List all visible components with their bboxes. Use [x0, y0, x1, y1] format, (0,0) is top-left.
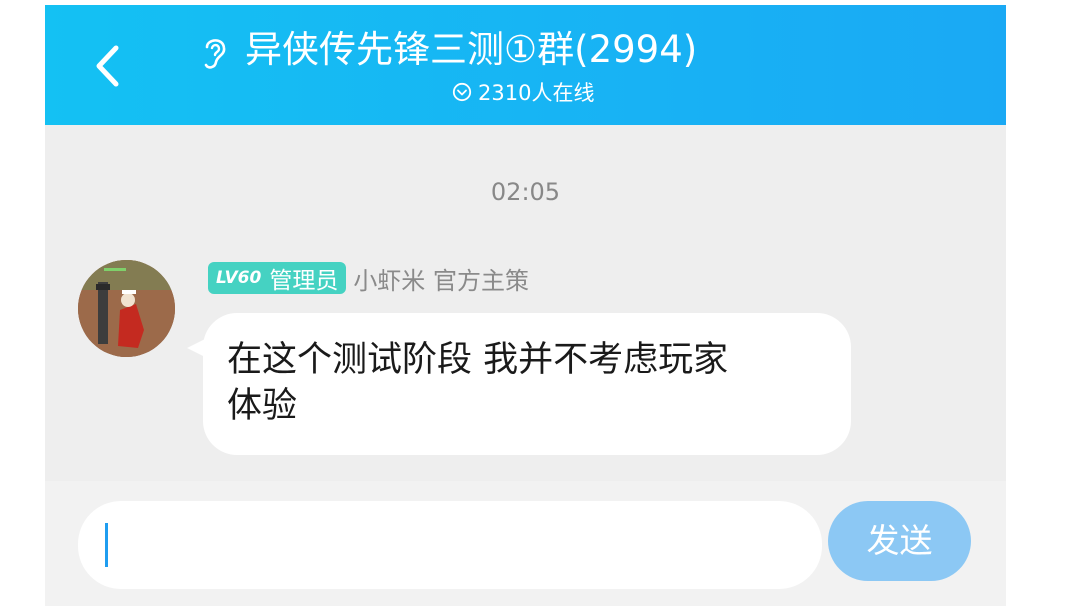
chevron-down-circle-icon — [452, 82, 472, 102]
role-badge: 管理员 — [269, 268, 339, 294]
sender-name[interactable]: 小虾米 官方主策 — [353, 261, 529, 296]
message-text-line: 在这个测试阶段 我并不考虑玩家 — [227, 340, 729, 380]
group-title[interactable]: 异侠传先锋三测①群(2994) — [245, 25, 697, 75]
level-badge: LV60 — [216, 268, 262, 288]
message-bubble[interactable]: 在这个测试阶段 我并不考虑玩家 体验 — [203, 313, 851, 455]
online-status[interactable]: 2310人在线 — [452, 79, 594, 105]
send-button[interactable]: 发送 — [828, 501, 971, 581]
chat-header: 异侠传先锋三测①群(2994) 2310人在线 — [45, 5, 1006, 125]
message-text-line: 体验 — [227, 386, 298, 426]
message-timestamp: 02:05 — [490, 178, 561, 206]
message-header: LV60 管理员 小虾米 官方主策 — [208, 260, 529, 296]
chat-screen: 异侠传先锋三测①群(2994) 2310人在线 02:05 LV60 管理员 小… — [45, 5, 1006, 606]
admin-badge: LV60 管理员 — [208, 262, 347, 294]
ear-icon[interactable] — [197, 33, 233, 73]
avatar[interactable] — [78, 260, 175, 357]
back-button[interactable] — [85, 35, 135, 95]
text-caret — [105, 523, 108, 567]
online-count: 2310人在线 — [478, 81, 595, 105]
chevron-left-icon — [96, 45, 119, 87]
message-input[interactable] — [78, 501, 822, 589]
composer-bar: 发送 — [45, 481, 1006, 606]
